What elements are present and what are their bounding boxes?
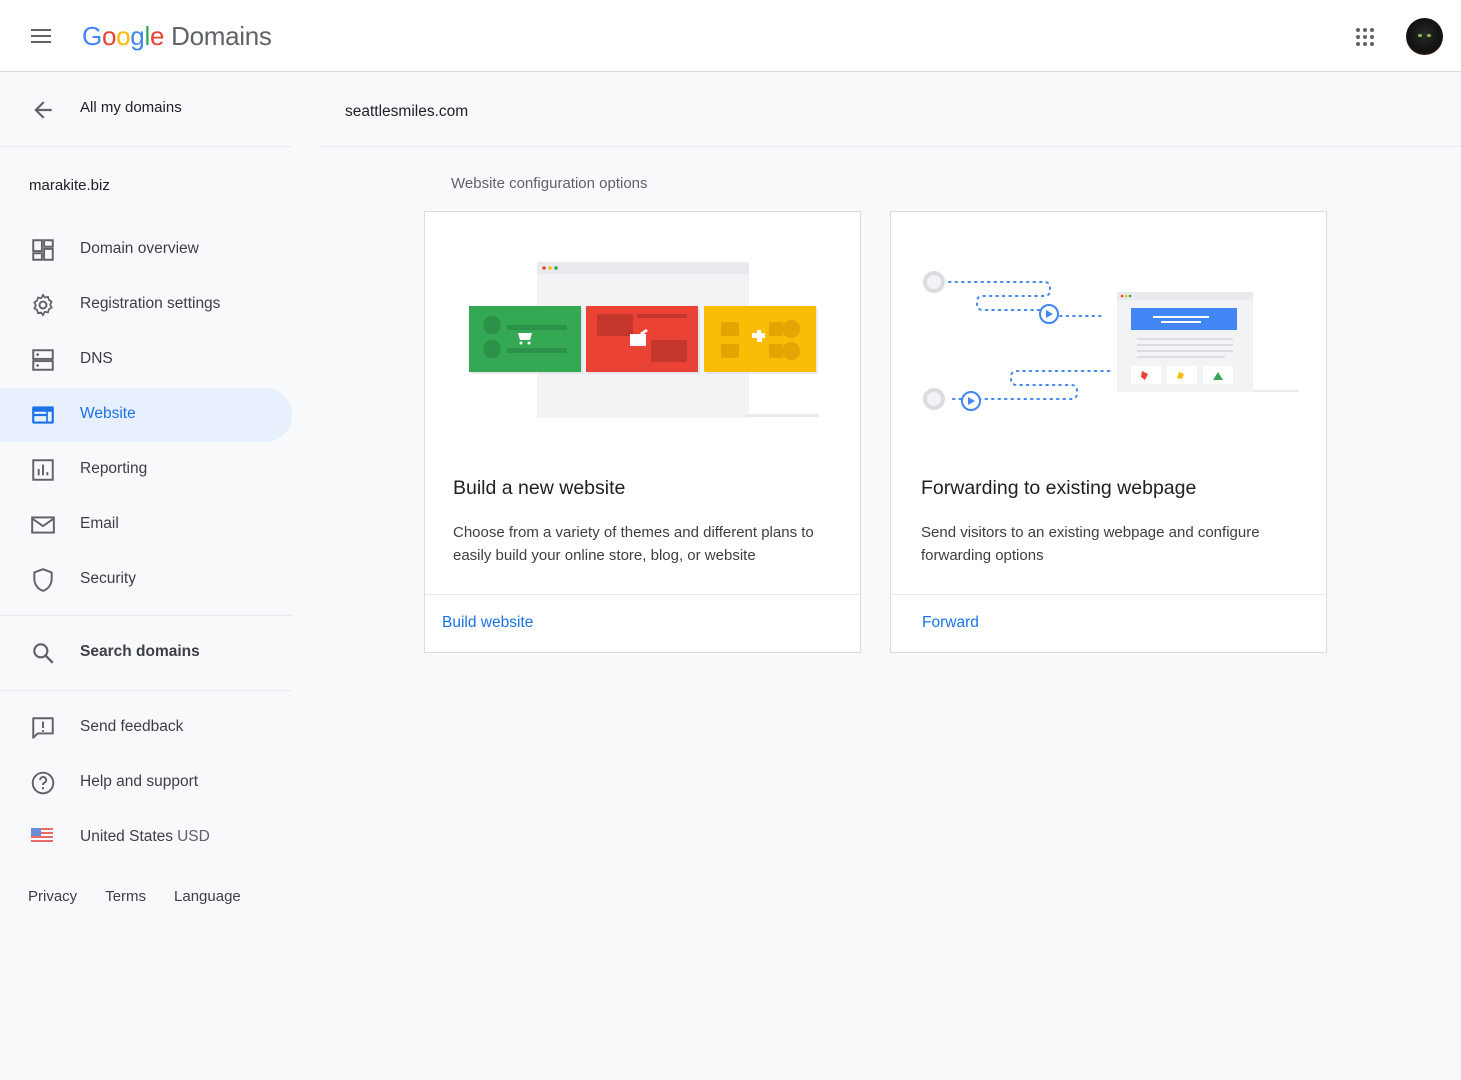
apps-grid-dot bbox=[1370, 28, 1374, 32]
sidebar-item-label: Registration settings bbox=[80, 295, 221, 312]
dashboard-icon bbox=[32, 239, 54, 261]
terms-link[interactable]: Terms bbox=[105, 888, 146, 905]
card-footer: Build website bbox=[425, 594, 860, 652]
sidebar-item-label: Domain overview bbox=[80, 240, 199, 257]
help-icon bbox=[31, 771, 55, 795]
hamburger-icon-line bbox=[31, 41, 51, 43]
sidebar-item-label: Website bbox=[80, 405, 136, 422]
sidebar-item-label: Send feedback bbox=[80, 718, 184, 735]
apps-grid-dot bbox=[1370, 35, 1374, 39]
card-footer: Forward bbox=[891, 594, 1326, 652]
us-flag-icon bbox=[31, 828, 53, 843]
logo-letter: G bbox=[82, 21, 102, 51]
card-title: Forwarding to existing webpage bbox=[921, 477, 1197, 499]
sidebar-item-dns[interactable]: DNS bbox=[0, 333, 292, 387]
sidebar-item-website[interactable]: Website bbox=[0, 388, 292, 442]
account-avatar[interactable] bbox=[1406, 18, 1443, 55]
logo-letter: o bbox=[116, 21, 131, 51]
card-title: Build a new website bbox=[453, 477, 626, 499]
language-link[interactable]: Language bbox=[174, 888, 241, 905]
logo-letter: o bbox=[101, 21, 117, 51]
top-app-bar: Google Domains bbox=[0, 0, 1461, 72]
card-description: Send visitors to an existing webpage and… bbox=[921, 524, 1260, 564]
sidebar-item-region[interactable]: United States USD bbox=[0, 811, 292, 865]
region-currency: USD bbox=[177, 828, 210, 845]
feedback-icon bbox=[32, 717, 54, 739]
forward-button[interactable]: Forward bbox=[922, 614, 979, 632]
apps-grid-dot bbox=[1356, 42, 1360, 46]
sidebar-item-label: Help and support bbox=[80, 773, 199, 790]
mail-icon bbox=[31, 516, 55, 534]
google-domains-logo[interactable]: Google Domains bbox=[82, 18, 272, 54]
footer-links: Privacy Terms Language bbox=[28, 888, 241, 905]
section-title: Website configuration options bbox=[451, 175, 648, 192]
hamburger-icon-line bbox=[31, 35, 51, 37]
sidebar-item-label: Security bbox=[80, 570, 136, 587]
sidebar-item-label: DNS bbox=[80, 350, 113, 367]
gear-icon bbox=[33, 293, 53, 317]
main-menu-button[interactable] bbox=[22, 18, 60, 54]
sidebar-item-label: Reporting bbox=[80, 460, 148, 477]
hamburger-icon bbox=[31, 29, 51, 31]
apps-grid-icon bbox=[1356, 28, 1360, 32]
all-domains-back-link[interactable]: All my domains bbox=[0, 73, 292, 147]
sidebar-item-email[interactable]: Email bbox=[0, 498, 292, 552]
region-country: United States bbox=[80, 828, 174, 845]
logo-product-name: Domains bbox=[171, 21, 272, 51]
region-label: United States USD bbox=[80, 828, 210, 846]
logo-letter: g bbox=[130, 21, 145, 51]
apps-grid-dot bbox=[1363, 35, 1367, 39]
sidebar-item-label: Email bbox=[80, 515, 119, 532]
sidebar: All my domains marakite.biz Domain overv… bbox=[0, 73, 292, 1080]
sidebar-divider bbox=[0, 690, 292, 691]
build-website-button[interactable]: Build website bbox=[442, 614, 533, 632]
card-description: Choose from a variety of themes and diff… bbox=[453, 524, 814, 564]
arrow-back-icon bbox=[34, 101, 52, 119]
back-label: All my domains bbox=[80, 99, 182, 116]
google-apps-button[interactable] bbox=[1350, 22, 1380, 52]
build-website-illustration bbox=[469, 262, 819, 418]
chart-icon bbox=[32, 459, 54, 481]
sidebar-item-security[interactable]: Security bbox=[0, 553, 292, 607]
sidebar-divider bbox=[0, 615, 292, 616]
build-website-card: Build a new website Choose from a variet… bbox=[424, 211, 861, 653]
sidebar-item-registration-settings[interactable]: Registration settings bbox=[0, 278, 292, 332]
forwarding-card: Forwarding to existing webpage Send visi… bbox=[890, 211, 1327, 653]
sidebar-item-send-feedback[interactable]: Send feedback bbox=[0, 701, 292, 755]
logo-letter: e bbox=[149, 21, 165, 51]
apps-grid-dot bbox=[1363, 42, 1367, 46]
shield-icon bbox=[33, 568, 53, 592]
current-site-name: marakite.biz bbox=[29, 177, 110, 194]
dns-icon bbox=[32, 349, 54, 371]
sidebar-item-search-domains[interactable]: Search domains bbox=[0, 626, 292, 680]
domain-title: seattlesmiles.com bbox=[345, 103, 469, 120]
apps-grid-dot bbox=[1356, 35, 1360, 39]
main-header: seattlesmiles.com bbox=[320, 73, 1461, 147]
sidebar-item-reporting[interactable]: Reporting bbox=[0, 443, 292, 497]
apps-grid-dot bbox=[1370, 42, 1374, 46]
sidebar-item-domain-overview[interactable]: Domain overview bbox=[0, 223, 292, 277]
sidebar-item-help-and-support[interactable]: Help and support bbox=[0, 756, 292, 810]
apps-grid-dot bbox=[1363, 28, 1367, 32]
website-icon bbox=[32, 406, 54, 424]
privacy-link[interactable]: Privacy bbox=[28, 888, 77, 905]
sidebar-item-label: Search domains bbox=[80, 643, 200, 660]
forwarding-illustration bbox=[923, 271, 1299, 411]
search-icon bbox=[33, 643, 54, 664]
